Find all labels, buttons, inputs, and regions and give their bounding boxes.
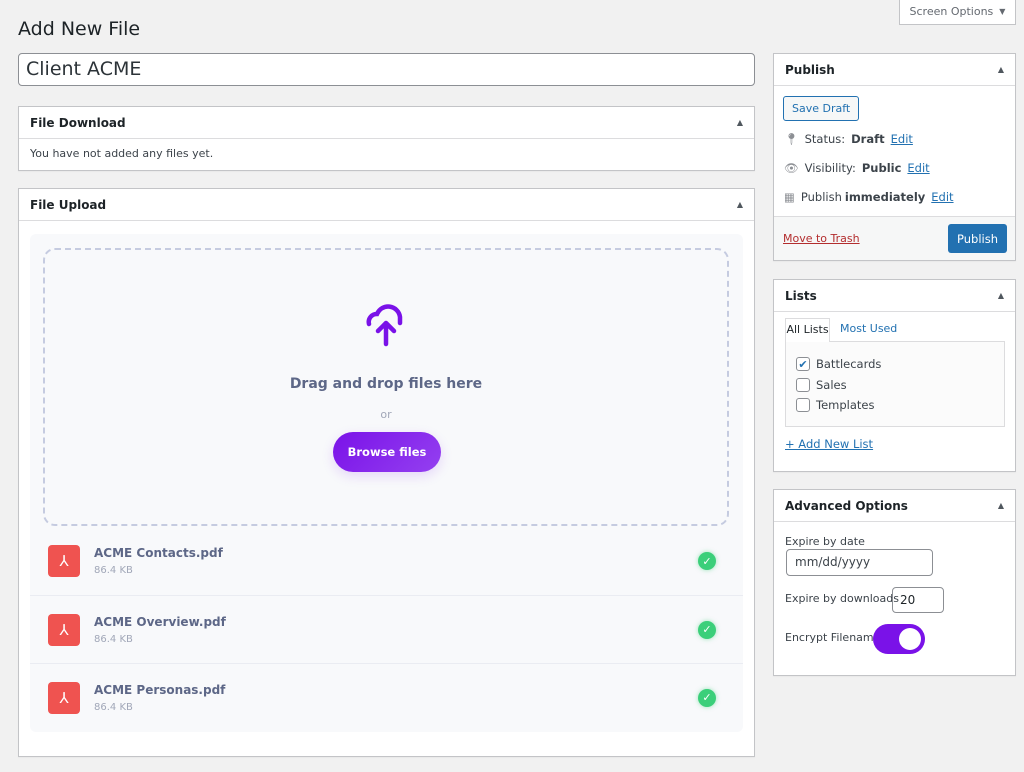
collapse-icon[interactable]: ▲: [737, 200, 743, 209]
advanced-options-box: Advanced Options ▲ Expire by date mm/dd/y…: [773, 489, 1016, 676]
file-download-title: File Download: [30, 115, 126, 130]
file-name: ACME Overview.pdf: [94, 614, 226, 629]
publish-label: Publish: [800, 190, 842, 204]
expire-date-label: Expire by date: [785, 535, 865, 548]
file-name: ACME Contacts.pdf: [94, 546, 223, 560]
visibility-label: Visibility:: [804, 161, 856, 175]
screen-options-label: Screen Options: [909, 5, 994, 18]
add-new-list-link[interactable]: + Add New List: [785, 437, 873, 451]
publish-button[interactable]: Publish: [948, 224, 1007, 253]
collapse-icon[interactable]: ▲: [998, 291, 1004, 300]
pdf-icon: ⅄: [48, 681, 80, 714]
status-label: Status:: [804, 132, 846, 146]
check-icon: ✓: [698, 688, 716, 707]
collapse-icon[interactable]: ▲: [998, 65, 1004, 74]
save-draft-button[interactable]: Save Draft: [783, 96, 860, 121]
encrypt-toggle[interactable]: [873, 624, 925, 654]
calendar-icon: ▦: [784, 190, 795, 204]
file-size: 86.4 KB: [94, 701, 133, 713]
checkbox[interactable]: [796, 398, 810, 412]
encrypt-label: Encrypt Filename: [785, 631, 881, 644]
advanced-title: Advanced Options: [785, 498, 908, 513]
visibility-value: Public: [861, 161, 902, 175]
expire-date-input[interactable]: mm/dd/yyyy: [786, 549, 933, 576]
file-upload-header[interactable]: File Upload ▲: [19, 189, 754, 221]
file-upload-title: File Upload: [30, 197, 107, 212]
file-size: 86.4 KB: [94, 633, 133, 645]
publish-title: Publish: [785, 62, 835, 77]
edit-visibility-link[interactable]: Edit: [907, 161, 929, 175]
pdf-icon: ⅄: [48, 613, 80, 646]
publish-header[interactable]: Publish ▲: [774, 54, 1015, 86]
empty-message: You have not added any files yet.: [30, 147, 214, 160]
list-label: Battlecards: [816, 357, 882, 371]
dropzone[interactable]: Drag and drop files here or Browse files: [43, 248, 729, 526]
list-item[interactable]: Templates: [796, 398, 874, 412]
browse-files-button[interactable]: Browse files: [333, 432, 441, 472]
eye-icon: 👁︎: [784, 161, 799, 175]
file-item: ⅄ ACME Overview.pdf 86.4 KB ✓: [30, 595, 743, 663]
expire-downloads-label: Expire by downloads: [785, 592, 899, 605]
lists-box: Lists ▲ All Lists Most Used ✔ Battlecards …: [773, 279, 1016, 472]
file-download-box: File Download ▲ You have not added any fi…: [18, 106, 755, 171]
file-name: ACME Personas.pdf: [94, 682, 226, 697]
pdf-icon: ⅄: [48, 545, 80, 577]
tab-all-lists[interactable]: All Lists: [785, 318, 830, 342]
drop-text: Drag and drop files here: [289, 376, 483, 392]
or-text: or: [380, 408, 392, 421]
file-download-header[interactable]: File Download ▲: [19, 107, 754, 139]
lists-header[interactable]: Lists ▲: [774, 280, 1015, 312]
title-input[interactable]: Client ACME: [18, 53, 755, 86]
caret-down-icon: ▼: [999, 7, 1006, 16]
publish-actions: Move to Trash Publish: [774, 216, 1015, 260]
list-label: Sales: [816, 378, 847, 392]
lists-title: Lists: [785, 288, 817, 303]
screen-options-button[interactable]: Screen Options ▼: [899, 0, 1016, 25]
edit-status-link[interactable]: Edit: [891, 132, 913, 146]
tab-most-used[interactable]: Most Used: [840, 322, 897, 335]
collapse-icon[interactable]: ▲: [998, 501, 1004, 510]
check-icon: ✓: [698, 552, 716, 570]
file-item: ⅄ ACME Personas.pdf 86.4 KB ✓: [30, 663, 743, 731]
page-title: Add New File: [18, 18, 141, 40]
checkbox[interactable]: [796, 378, 810, 392]
check-icon: ✓: [698, 620, 716, 639]
list-item[interactable]: Sales: [796, 378, 847, 392]
expire-downloads-input[interactable]: 20: [892, 587, 944, 613]
file-item: ⅄ ACME Contacts.pdf 86.4 KB ✓: [30, 527, 743, 595]
edit-date-link[interactable]: Edit: [931, 190, 953, 204]
checkbox-checked[interactable]: ✔: [796, 357, 810, 371]
advanced-header[interactable]: Advanced Options ▲: [774, 490, 1015, 522]
list-item[interactable]: ✔ Battlecards: [796, 357, 881, 371]
cloud-upload-icon: [366, 304, 403, 347]
list-checkboxes: ✔ Battlecards Sales Templates: [785, 341, 1005, 427]
publish-when: immediately: [844, 190, 926, 204]
move-to-trash-link[interactable]: Move to Trash: [783, 232, 860, 245]
publish-box: Publish ▲ Save Draft 📍︎ Status: Draft Edit 👁…: [773, 53, 1016, 261]
toggle-knob: [899, 628, 921, 650]
collapse-icon[interactable]: ▲: [737, 118, 743, 127]
file-size: 86.4 KB: [94, 565, 133, 576]
status-value: Draft: [851, 132, 885, 146]
pin-icon: 📍︎: [784, 132, 799, 146]
list-label: Templates: [816, 398, 875, 412]
